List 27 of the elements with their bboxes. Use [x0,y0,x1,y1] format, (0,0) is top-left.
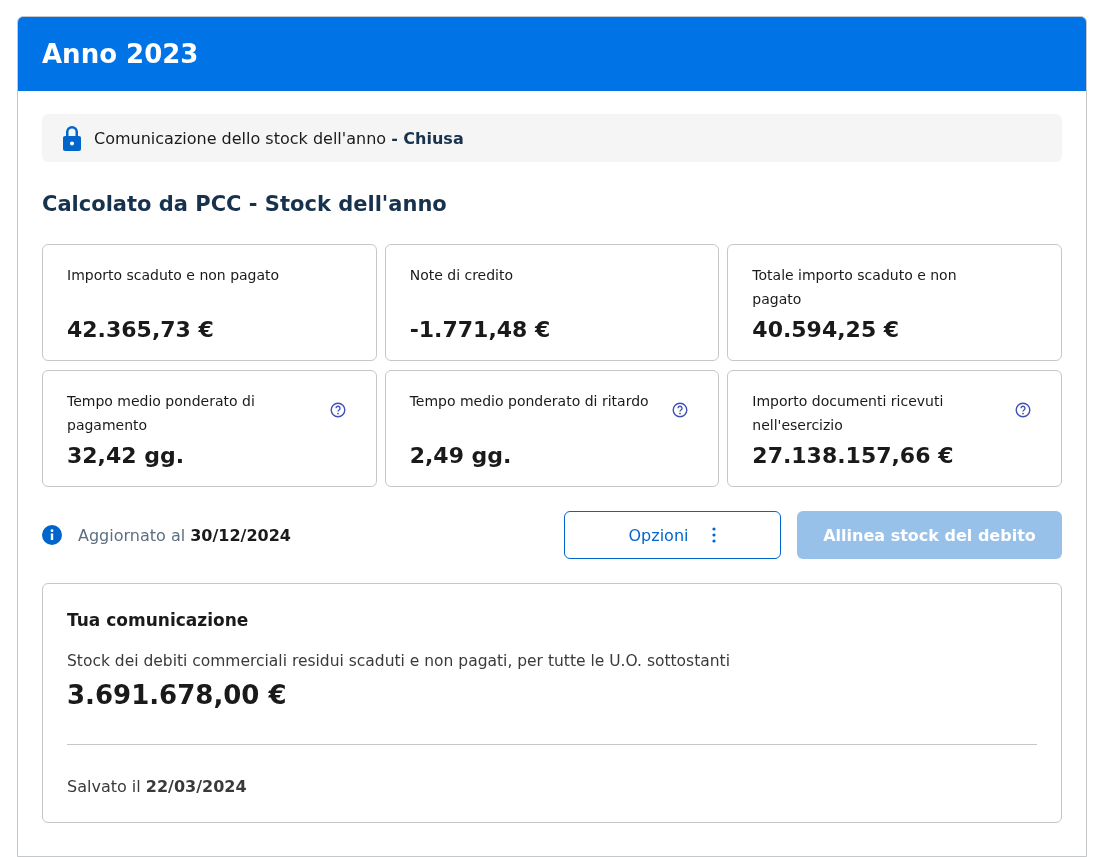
lock-icon [62,125,82,151]
saved-date-text: Salvato il 22/03/2024 [67,777,248,796]
section-title: Calcolato da PCC - Stock dell'anno [42,192,448,216]
metric-value: 40.594,25 € [752,317,901,342]
communication-title: Tua comunicazione [67,610,250,630]
help-icon[interactable] [329,402,346,418]
options-button[interactable]: Opzioni [564,511,781,559]
info-icon [42,525,62,545]
help-icon[interactable] [672,402,689,418]
metric-label: Totale importo scaduto e non pagato [752,266,958,309]
metric-value: 2,49 gg. [409,443,513,468]
metric-value: 27.138.157,66 € [752,443,955,468]
metric-label: Importo documenti ricevuti nell'esercizio [752,392,945,435]
status-text: Comunicazione dello stock dell'anno - Chiusa [94,128,464,148]
communication-amount: 3.691.678,00 € [67,680,288,710]
header-title: Anno 2023 [42,39,199,69]
help-icon[interactable] [1015,402,1031,418]
metric-label: Tempo medio ponderato di ritardo [409,392,649,411]
metric-label: Note di credito [409,266,514,285]
metric-label: Tempo medio ponderato di pagamento [67,392,256,435]
updated-text: Aggiornato al 30/12/2024 [78,525,291,545]
metric-label: Importo scaduto e non pagato [67,266,280,285]
metric-value: 42.365,73 € [67,317,215,342]
more-vertical-icon [712,527,717,543]
metric-value: 32,42 gg. [67,443,186,468]
metric-value: -1.771,48 € [409,317,552,342]
communication-description: Stock dei debiti commerciali residui scaduti e non pagati, per tutte le U.O. sottostanti [67,652,731,670]
